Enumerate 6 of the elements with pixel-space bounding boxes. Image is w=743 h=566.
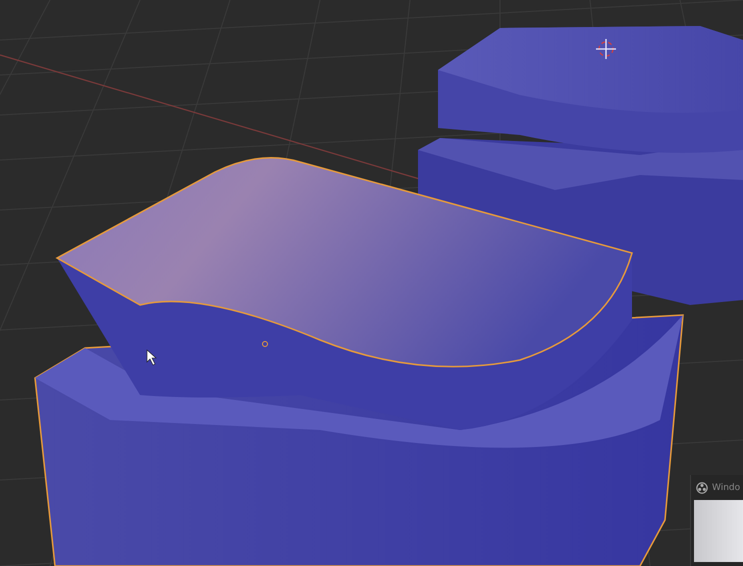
app-logo-icon (696, 482, 708, 494)
mouse-pointer-icon (146, 349, 157, 366)
popup-title: Windo (712, 482, 740, 492)
preview-panel (694, 500, 743, 562)
origin-dot-icon (262, 341, 268, 347)
3d-cursor-icon (596, 39, 616, 59)
